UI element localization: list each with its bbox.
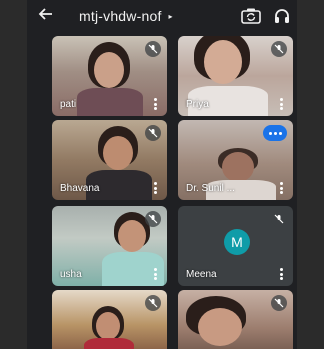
participant-name: Priya bbox=[186, 99, 209, 110]
audio-output-button[interactable] bbox=[273, 7, 291, 25]
participant-tile[interactable]: pati bbox=[52, 36, 167, 116]
mic-off-icon bbox=[145, 211, 161, 227]
mic-off-icon bbox=[145, 295, 161, 311]
participant-name: Bhavana bbox=[60, 183, 100, 194]
participant-tile[interactable]: usha bbox=[52, 206, 167, 286]
top-bar: mtj-vhdw-nof ▸ bbox=[27, 0, 297, 34]
mic-off-icon bbox=[271, 211, 287, 227]
more-options-icon[interactable] bbox=[280, 268, 283, 280]
participant-tile[interactable]: M Meena bbox=[178, 206, 293, 286]
meeting-screen: mtj-vhdw-nof ▸ pati Priya Bhavana Dr. Su… bbox=[27, 0, 297, 349]
mic-off-icon bbox=[145, 41, 161, 57]
participant-tile[interactable]: Dr. Sunil ... bbox=[178, 120, 293, 200]
participant-name: usha bbox=[60, 269, 82, 280]
participant-name: Dr. Sunil ... bbox=[186, 183, 235, 194]
meeting-title-button[interactable]: mtj-vhdw-nof ▸ bbox=[79, 8, 173, 24]
speaking-indicator-icon bbox=[263, 125, 287, 141]
more-options-icon[interactable] bbox=[154, 98, 157, 110]
more-options-icon[interactable] bbox=[280, 98, 283, 110]
participant-tile[interactable] bbox=[52, 290, 167, 349]
participant-name: Meena bbox=[186, 269, 217, 280]
participant-tile[interactable]: Bhavana bbox=[52, 120, 167, 200]
meeting-code: mtj-vhdw-nof bbox=[79, 8, 162, 24]
more-options-icon[interactable] bbox=[154, 268, 157, 280]
mic-off-icon bbox=[271, 41, 287, 57]
mic-off-icon bbox=[145, 125, 161, 141]
participant-tile[interactable]: Priya bbox=[178, 36, 293, 116]
participant-name: pati bbox=[60, 99, 77, 110]
more-options-icon[interactable] bbox=[154, 182, 157, 194]
participant-tile[interactable] bbox=[178, 290, 293, 349]
arrow-back-icon bbox=[38, 8, 52, 20]
mic-off-icon bbox=[271, 295, 287, 311]
back-button[interactable] bbox=[37, 6, 53, 27]
camera-switch-icon bbox=[241, 8, 261, 24]
headphones-icon bbox=[275, 9, 289, 23]
chevron-right-icon: ▸ bbox=[168, 11, 173, 21]
more-options-icon[interactable] bbox=[280, 182, 283, 194]
avatar: M bbox=[224, 229, 250, 255]
switch-camera-button[interactable] bbox=[240, 7, 262, 25]
